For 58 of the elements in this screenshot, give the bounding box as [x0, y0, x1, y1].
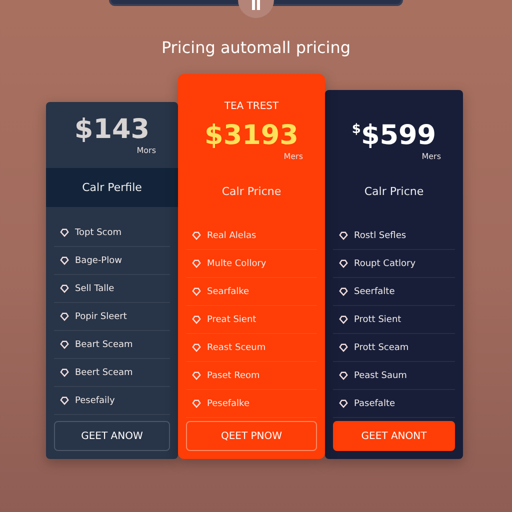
feature-text: Preat Sient: [207, 314, 256, 324]
price-period: Mors: [136, 146, 156, 155]
plan-label: TEA TREST: [224, 101, 279, 112]
feature-text: Roupt Catlory: [354, 258, 416, 268]
diamond-icon: [339, 399, 348, 408]
plan-name: Calr Pricne: [363, 185, 425, 198]
feature-text: Bage-Plow: [75, 256, 122, 266]
feature-text: Beart Sceam: [75, 340, 133, 350]
diamond-icon: [339, 287, 348, 296]
feature-text: Beert Sceam: [75, 368, 133, 378]
diamond-icon: [339, 259, 348, 268]
diamond-icon: [60, 340, 69, 349]
currency-sign: $: [352, 122, 361, 137]
get-now-button[interactable]: GEET ANONT: [333, 421, 455, 451]
get-now-button[interactable]: QEET PNOW: [186, 421, 317, 451]
feature-text: Searfalke: [207, 286, 250, 296]
diamond-icon: [192, 399, 201, 408]
price-period: Mers: [422, 152, 441, 161]
feature-text: Multe Collory: [207, 258, 266, 268]
feature-text: Prott Sient: [354, 314, 402, 324]
plan-name: Calr Perfile: [46, 168, 178, 207]
feature-text: Seerfalte: [354, 286, 395, 296]
price: $599: [360, 120, 436, 152]
diamond-icon: [192, 259, 201, 268]
feature-text: Paset Reom: [207, 370, 260, 380]
diamond-icon: [60, 256, 69, 265]
diamond-icon: [60, 312, 69, 321]
price-period: Mers: [284, 152, 303, 161]
feature-text: Real Alelas: [207, 230, 256, 240]
price: $143: [74, 114, 150, 146]
diamond-icon: [60, 228, 69, 237]
feature-text: Prott Sceam: [354, 342, 409, 352]
feature-text: Pasefalte: [354, 398, 396, 408]
diamond-icon: [339, 343, 348, 352]
feature-text: Topt Scom: [75, 228, 122, 238]
diamond-icon: [339, 371, 348, 380]
diamond-icon: [192, 343, 201, 352]
diamond-icon: [192, 315, 201, 324]
diamond-icon: [192, 231, 201, 240]
feature-text: Reast Sceum: [207, 342, 266, 352]
pause-icon: [252, 0, 260, 10]
feature-text: Rostl Sefles: [354, 230, 406, 240]
diamond-icon: [339, 231, 348, 240]
feature-text: Pesefalke: [207, 398, 250, 408]
diamond-icon: [60, 284, 69, 293]
feature-text: Peast Saum: [354, 370, 407, 380]
price: $3193: [204, 120, 298, 152]
feature-text: Sell Talle: [75, 284, 114, 294]
diamond-icon: [60, 368, 69, 377]
plan-name: Calr Pricne: [220, 185, 282, 198]
diamond-icon: [339, 315, 348, 324]
diamond-icon: [192, 287, 201, 296]
get-now-button[interactable]: GEET ANOW: [54, 421, 170, 451]
diamond-icon: [192, 371, 201, 380]
feature-text: Popir Sleert: [75, 312, 127, 322]
diamond-icon: [60, 396, 69, 405]
feature-text: Pesefaily: [75, 396, 115, 406]
page-title: Pricing automall pricing: [161, 38, 351, 57]
